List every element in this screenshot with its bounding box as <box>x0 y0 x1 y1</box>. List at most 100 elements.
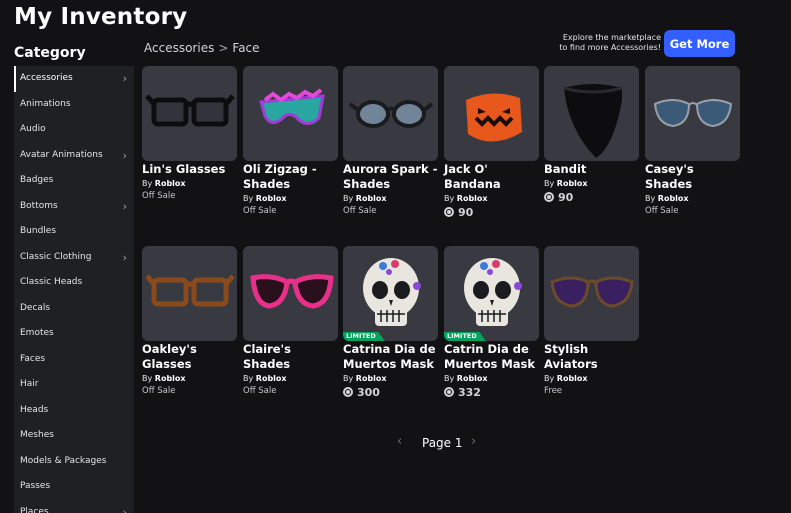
item-thumbnail[interactable] <box>243 246 338 341</box>
next-page-icon[interactable]: › <box>471 434 476 449</box>
creator-name[interactable]: Roblox <box>256 374 287 383</box>
item-name[interactable]: Stylish Aviators <box>544 342 639 372</box>
item-creator: By Roblox <box>544 373 639 385</box>
item-card[interactable]: LIMITED Catrin Dia de Muertos Mask By Robl… <box>444 246 539 400</box>
creator-name[interactable]: Roblox <box>658 194 689 203</box>
item-thumbnail[interactable]: LIMITED <box>444 246 539 341</box>
breadcrumb: Accessories > Face <box>144 41 260 55</box>
creator-name[interactable]: Roblox <box>356 194 387 203</box>
item-card[interactable]: Aurora Spark - Shades By Roblox Off Sale <box>343 66 438 217</box>
item-price: 90 <box>444 205 539 220</box>
item-price: Off Sale <box>142 190 237 202</box>
sidebar-item-bundles[interactable]: Bundles <box>14 219 134 245</box>
creator-prefix: By <box>243 374 254 383</box>
sidebar-item-badges[interactable]: Badges <box>14 168 134 194</box>
item-thumbnail[interactable] <box>444 66 539 161</box>
item-name[interactable]: Bandit <box>544 162 639 177</box>
item-name[interactable]: Jack O' Bandana <box>444 162 539 192</box>
creator-prefix: By <box>243 194 254 203</box>
pink-shades-icon <box>250 274 334 309</box>
creator-prefix: By <box>645 194 656 203</box>
creator-name[interactable]: Roblox <box>457 194 488 203</box>
price-value: Off Sale <box>243 386 277 396</box>
robux-icon <box>544 192 554 202</box>
sidebar-item-label: Models & Packages <box>20 455 107 466</box>
creator-prefix: By <box>444 194 455 203</box>
sidebar-item-emotes[interactable]: Emotes <box>14 321 134 347</box>
sidebar-item-label: Faces <box>20 353 46 364</box>
aviator-shades-icon <box>653 99 733 128</box>
chevron-right-icon: › <box>122 505 127 513</box>
item-thumbnail[interactable] <box>645 66 740 161</box>
item-name[interactable]: Catrina Dia de Muertos Mask <box>343 342 438 372</box>
prev-page-icon[interactable]: ‹ <box>397 434 402 449</box>
sidebar-item-classic-heads[interactable]: Classic Heads <box>14 270 134 296</box>
item-thumbnail[interactable] <box>544 66 639 161</box>
item-thumbnail[interactable]: LIMITED <box>343 246 438 341</box>
item-card[interactable]: Oakley's Glasses By Roblox Off Sale <box>142 246 237 397</box>
item-name[interactable]: Casey's Shades <box>645 162 740 192</box>
item-creator: By Roblox <box>243 373 338 385</box>
creator-prefix: By <box>142 179 153 188</box>
sidebar-item-audio[interactable]: Audio <box>14 117 134 143</box>
sidebar-item-passes[interactable]: Passes <box>14 474 134 500</box>
item-creator: By Roblox <box>544 178 639 190</box>
creator-prefix: By <box>343 194 354 203</box>
item-card[interactable]: Lin's Glasses By Roblox Off Sale <box>142 66 237 202</box>
item-card[interactable]: Stylish Aviators By Roblox Free <box>544 246 639 397</box>
creator-name[interactable]: Roblox <box>256 194 287 203</box>
creator-name[interactable]: Roblox <box>457 374 488 383</box>
sidebar-item-hair[interactable]: Hair <box>14 372 134 398</box>
item-thumbnail[interactable] <box>544 246 639 341</box>
item-name[interactable]: Oli Zigzag - Shades <box>243 162 338 192</box>
item-name[interactable]: Oakley's Glasses <box>142 342 237 372</box>
sidebar-item-models-packages[interactable]: Models & Packages <box>14 449 134 475</box>
creator-name[interactable]: Roblox <box>356 374 387 383</box>
robux-icon <box>444 207 454 217</box>
item-thumbnail[interactable] <box>142 246 237 341</box>
sidebar-item-decals[interactable]: Decals <box>14 296 134 322</box>
breadcrumb-current: Face <box>232 41 260 55</box>
breadcrumb-separator: > <box>218 41 229 55</box>
item-thumbnail[interactable] <box>343 66 438 161</box>
item-card[interactable]: Oli Zigzag - Shades By Roblox Off Sale <box>243 66 338 217</box>
chevron-right-icon: › <box>122 72 127 85</box>
item-card[interactable]: Jack O' Bandana By Roblox 90 <box>444 66 539 220</box>
page-title: My Inventory <box>14 4 188 30</box>
sidebar-item-bottoms[interactable]: Bottoms › <box>14 194 134 220</box>
creator-name[interactable]: Roblox <box>155 179 186 188</box>
sidebar-item-avatar-animations[interactable]: Avatar Animations › <box>14 143 134 169</box>
item-card[interactable]: LIMITED Catrina Dia de Muertos Mask By Rob… <box>343 246 438 400</box>
sidebar-item-accessories[interactable]: Accessories › <box>14 66 134 92</box>
item-name[interactable]: Aurora Spark - Shades <box>343 162 438 192</box>
item-thumbnail[interactable] <box>243 66 338 161</box>
sidebar-item-label: Emotes <box>20 328 54 338</box>
item-name[interactable]: Claire's Shades <box>243 342 338 372</box>
creator-name[interactable]: Roblox <box>557 374 588 383</box>
sidebar-item-label: Passes <box>20 481 51 491</box>
sidebar-item-animations[interactable]: Animations <box>14 92 134 118</box>
creator-name[interactable]: Roblox <box>557 179 588 188</box>
sidebar-item-classic-clothing[interactable]: Classic Clothing › <box>14 245 134 271</box>
sidebar-item-label: Places <box>20 506 49 513</box>
item-name[interactable]: Lin's Glasses <box>142 162 237 177</box>
get-more-button[interactable]: Get More <box>664 30 735 57</box>
item-name[interactable]: Catrin Dia de Muertos Mask <box>444 342 539 372</box>
zigzag-shades-icon <box>259 88 325 125</box>
robux-icon <box>444 387 454 397</box>
item-card[interactable]: Casey's Shades By Roblox Off Sale <box>645 66 740 217</box>
creator-name[interactable]: Roblox <box>155 374 186 383</box>
sidebar-item-places[interactable]: Places › <box>14 500 134 513</box>
sidebar-item-meshes[interactable]: Meshes <box>14 423 134 449</box>
sidebar-item-faces[interactable]: Faces <box>14 347 134 373</box>
sidebar-item-label: Heads <box>20 404 49 415</box>
price-value: Off Sale <box>142 386 176 396</box>
item-card[interactable]: Bandit By Roblox 90 <box>544 66 639 205</box>
sidebar-item-label: Bundles <box>20 226 57 236</box>
sidebar-item-label: Hair <box>20 379 39 389</box>
item-card[interactable]: Claire's Shades By Roblox Off Sale <box>243 246 338 397</box>
sidebar-item-heads[interactable]: Heads <box>14 398 134 424</box>
price-value: Off Sale <box>343 206 377 216</box>
breadcrumb-parent[interactable]: Accessories <box>144 41 214 55</box>
item-thumbnail[interactable] <box>142 66 237 161</box>
